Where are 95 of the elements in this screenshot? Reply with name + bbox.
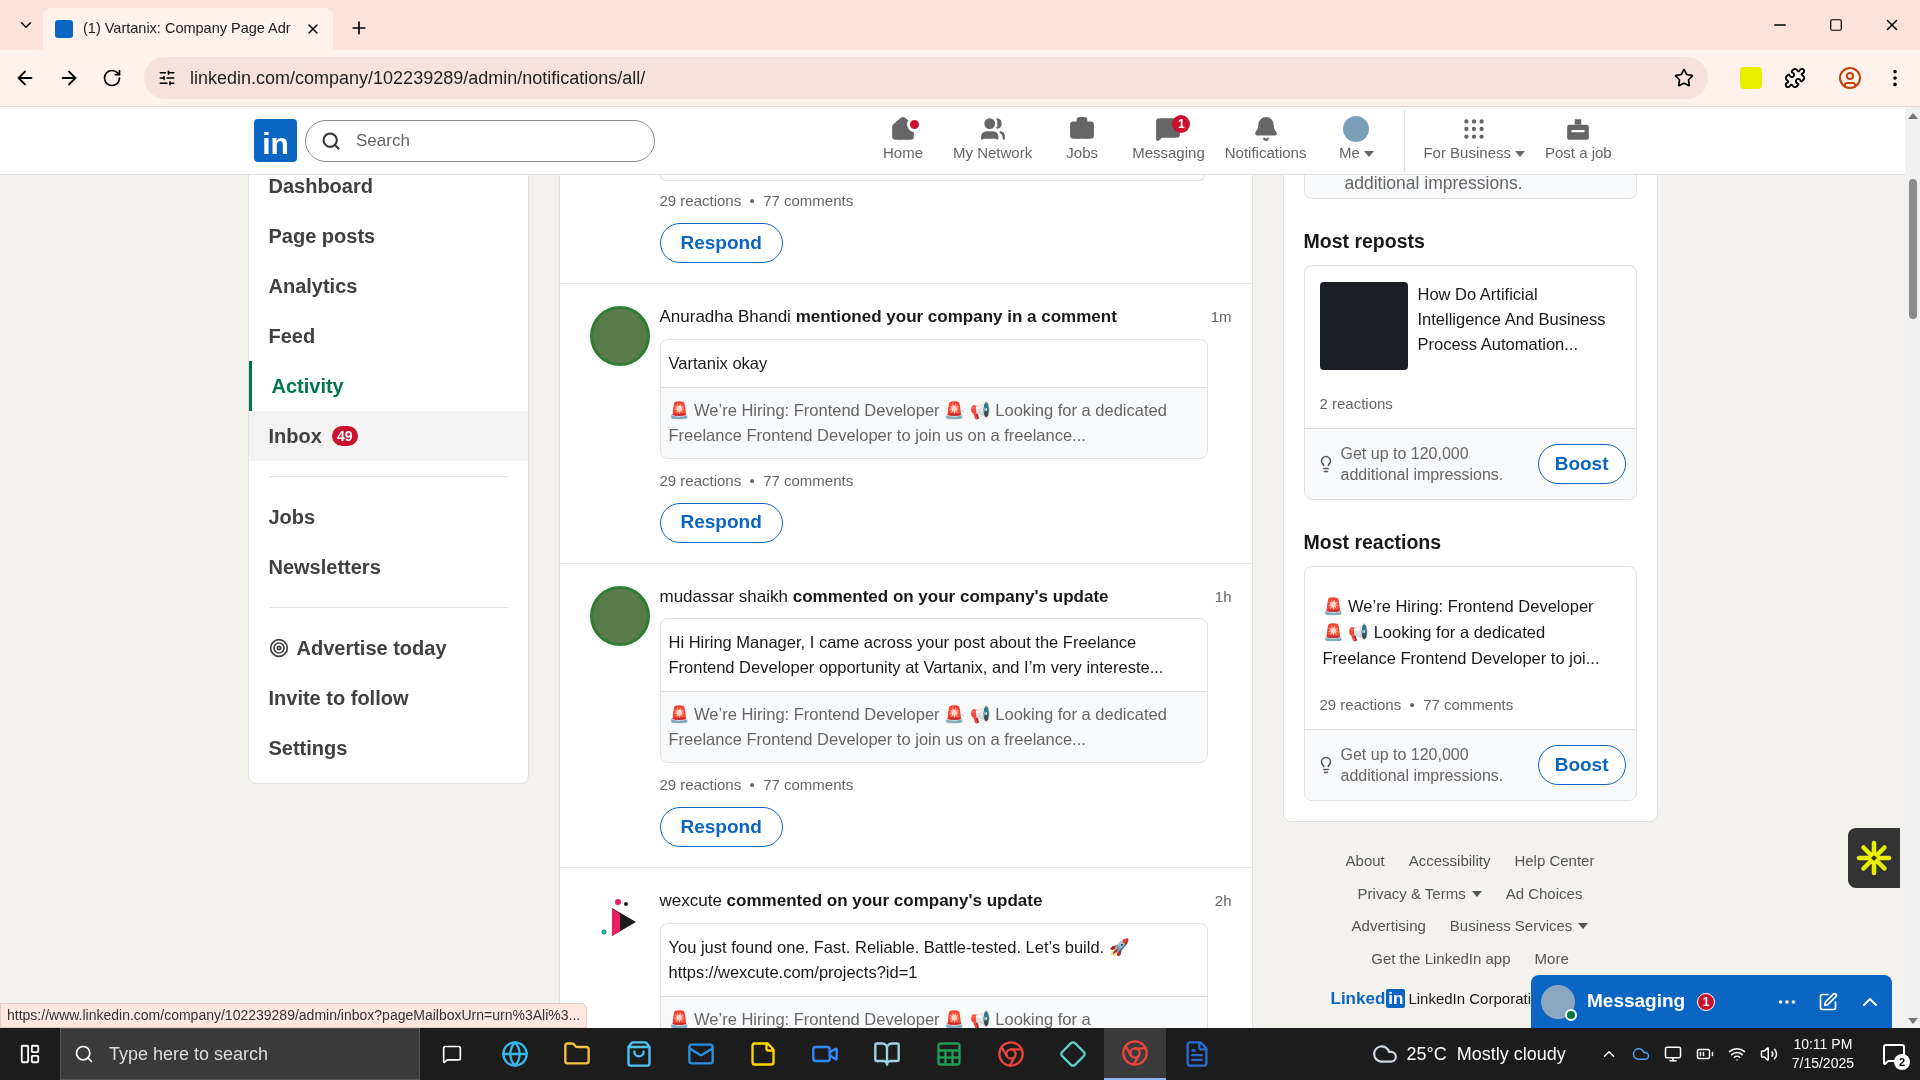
- scroll-down-icon: [1907, 1018, 1918, 1024]
- search-icon: [74, 1044, 94, 1064]
- post-preview: 🚨 We’re Hiring: Frontend Developer 🚨 📢 Looking for a dedicated Freelance Frontend Developer to join us on a freelance...: [660, 386, 1207, 458]
- boost-button[interactable]: Boost: [1537, 745, 1626, 785]
- timestamp: 2h: [1214, 891, 1232, 911]
- asterisk-icon: [1856, 840, 1892, 876]
- sidebar-item[interactable]: Settings: [268, 723, 508, 773]
- notification-badge: 1: [1172, 114, 1191, 133]
- volume-icon[interactable]: [1759, 1045, 1778, 1063]
- sidebar-item[interactable]: Analytics: [248, 261, 528, 311]
- sidebar-item[interactable]: Dashboard: [248, 175, 528, 211]
- post-title[interactable]: How Do Artificial Intelligence And Business Process Automation...: [1417, 282, 1621, 357]
- engagement-stats: 29 reactions • 77 comments: [659, 191, 855, 211]
- footer-link[interactable]: Help Center: [1514, 850, 1595, 873]
- bell-icon: [1252, 116, 1279, 143]
- comment-text: You just found one. Fast. Reliable. Battle-tested. Let’s build. 🚀 https://wexcute.com/projects?id=1: [667, 936, 1131, 983]
- engagement-stats: 2 reactions: [1319, 394, 1394, 414]
- people-icon: [979, 116, 1006, 143]
- boost-text: additional impressions.: [1344, 175, 1523, 195]
- display-icon[interactable]: [1663, 1045, 1682, 1063]
- boost-text: Get up to 120,000 additional impressions.: [1340, 745, 1505, 786]
- nav-item[interactable]: For Business: [1413, 107, 1535, 175]
- nav-item[interactable]: Messaging 1: [1122, 107, 1215, 175]
- sidebar-item[interactable]: Advertise today: [268, 623, 508, 673]
- section-heading: Most reactions: [1303, 530, 1443, 554]
- comment-text: Vartanix okay: [667, 352, 769, 374]
- sidebar-item[interactable]: Jobs: [268, 492, 508, 542]
- notification-text: mudassar shaikh commented on your company's update: [659, 585, 1109, 608]
- timestamp: 1h: [1214, 586, 1232, 607]
- status-bar: https://www.linkedin.com/company/102239289/admin/inbox?pageMailboxUrn=urn%3Ali%3...: [0, 1003, 588, 1028]
- search-icon: [321, 130, 341, 151]
- brand-logo: Linked in: [1330, 988, 1406, 1011]
- engagement-stats: 29 reactions • 77 comments: [1319, 695, 1515, 715]
- extensions-icon[interactable]: [1784, 67, 1806, 89]
- site-settings-icon[interactable]: [158, 69, 176, 87]
- cloud-icon[interactable]: [1631, 1045, 1650, 1063]
- footer-link[interactable]: Get the LinkedIn app: [1371, 947, 1511, 970]
- job-post-icon: [1565, 116, 1592, 143]
- compose-icon[interactable]: [1818, 991, 1838, 1012]
- browser-tab[interactable]: (1) Vartanix: Company Page Adr: [43, 8, 333, 50]
- search-field[interactable]: Search: [305, 119, 655, 162]
- timestamp: 1m: [1210, 307, 1232, 327]
- notification-count: 2: [1894, 1054, 1910, 1070]
- site-logo-icon: [55, 20, 73, 38]
- restore-icon[interactable]: [1829, 18, 1843, 32]
- nav-item[interactable]: Jobs: [1042, 107, 1123, 175]
- engagement-stats: 29 reactions • 77 comments: [659, 775, 855, 795]
- count-badge: 49: [331, 426, 358, 446]
- messaging-title: Messaging: [1587, 989, 1686, 1014]
- nav-item[interactable]: Notifications: [1214, 107, 1317, 175]
- section-heading: Most reposts: [1303, 229, 1426, 253]
- network-icon[interactable]: [1727, 1045, 1746, 1063]
- weather-text[interactable]: 25°C Mostly cloudy: [1406, 1040, 1566, 1068]
- post-preview: 🚨 We’re Hiring: Frontend Developer 🚨 📢 Looking for a dedicated Freelance Frontend Developer to join us on a freelance...: [660, 691, 1207, 762]
- sidebar-item[interactable]: Inbox 49: [248, 411, 528, 461]
- copyright-text: LinkedIn Corporati: [1408, 988, 1531, 1009]
- notification-badge: 1: [1697, 992, 1716, 1011]
- reload-icon[interactable]: [102, 68, 122, 88]
- sidebar-item[interactable]: Feed: [248, 311, 528, 361]
- browser-icon[interactable]: [1104, 1028, 1166, 1080]
- sidebar-item[interactable]: Newsletters: [268, 542, 508, 592]
- clock[interactable]: 10:11 PM 7/15/2025: [1791, 1035, 1854, 1073]
- start-icon[interactable]: [19, 1043, 41, 1065]
- messaging-bar[interactable]: Messaging 1: [1531, 975, 1892, 1028]
- footer-link[interactable]: About: [1345, 850, 1385, 873]
- boost-button[interactable]: Boost: [1537, 444, 1626, 484]
- notification-text: Anuradha Bhandi mentioned your company in a comment: [659, 306, 1117, 328]
- site-logo[interactable]: in: [254, 119, 297, 162]
- assistant-widget[interactable]: [1848, 828, 1900, 888]
- nav-item[interactable]: Home: [863, 107, 943, 175]
- boost-text: Get up to 120,000 additional impressions.: [1340, 444, 1505, 485]
- nav-item[interactable]: Me: [1316, 107, 1397, 175]
- scroll-up-icon: [1907, 113, 1918, 119]
- sidebar-item[interactable]: Invite to follow: [268, 673, 508, 723]
- footer-link[interactable]: Privacy & Terms: [1357, 882, 1482, 905]
- comment-text: Hi Hiring Manager, I came across your post about the Freelance Frontend Developer opportunity at Vartanix, and I’m very intereste...: [667, 632, 1165, 678]
- engagement-stats: 29 reactions • 77 comments: [659, 470, 855, 491]
- sidebar-item[interactable]: Page posts: [248, 211, 528, 261]
- post-preview: 🚨 We’re Hiring: Frontend Developer 🚨 📢 Looking for a: [660, 995, 1207, 1028]
- footer-link[interactable]: More: [1534, 947, 1569, 970]
- footer-link[interactable]: Accessibility: [1408, 850, 1491, 873]
- taskbar-search-field[interactable]: Type here to search: [60, 1028, 420, 1080]
- bookmark-icon[interactable]: [1674, 68, 1694, 88]
- address-bar[interactable]: linkedin.com/company/102239289/admin/notifications/all/: [144, 57, 1708, 99]
- avatar: [1343, 116, 1370, 143]
- profile-icon[interactable]: [1838, 66, 1862, 90]
- footer-link[interactable]: Business Services: [1449, 915, 1589, 938]
- footer-link[interactable]: Advertising: [1351, 915, 1426, 938]
- post-title[interactable]: 🚨 We’re Hiring: Frontend Developer 🚨 📢 Looking for a dedicated Freelance Frontend Developer to joi...: [1322, 593, 1618, 671]
- notification-center-button[interactable]: 2: [1874, 1034, 1914, 1074]
- scrollbar-thumb[interactable]: [1908, 179, 1917, 319]
- notification-text: wexcute commented on your company's update: [659, 890, 1043, 912]
- nav-item[interactable]: My Network: [943, 107, 1043, 175]
- footer-link[interactable]: Ad Choices: [1505, 882, 1583, 905]
- nav-item[interactable]: Post a job: [1535, 107, 1622, 175]
